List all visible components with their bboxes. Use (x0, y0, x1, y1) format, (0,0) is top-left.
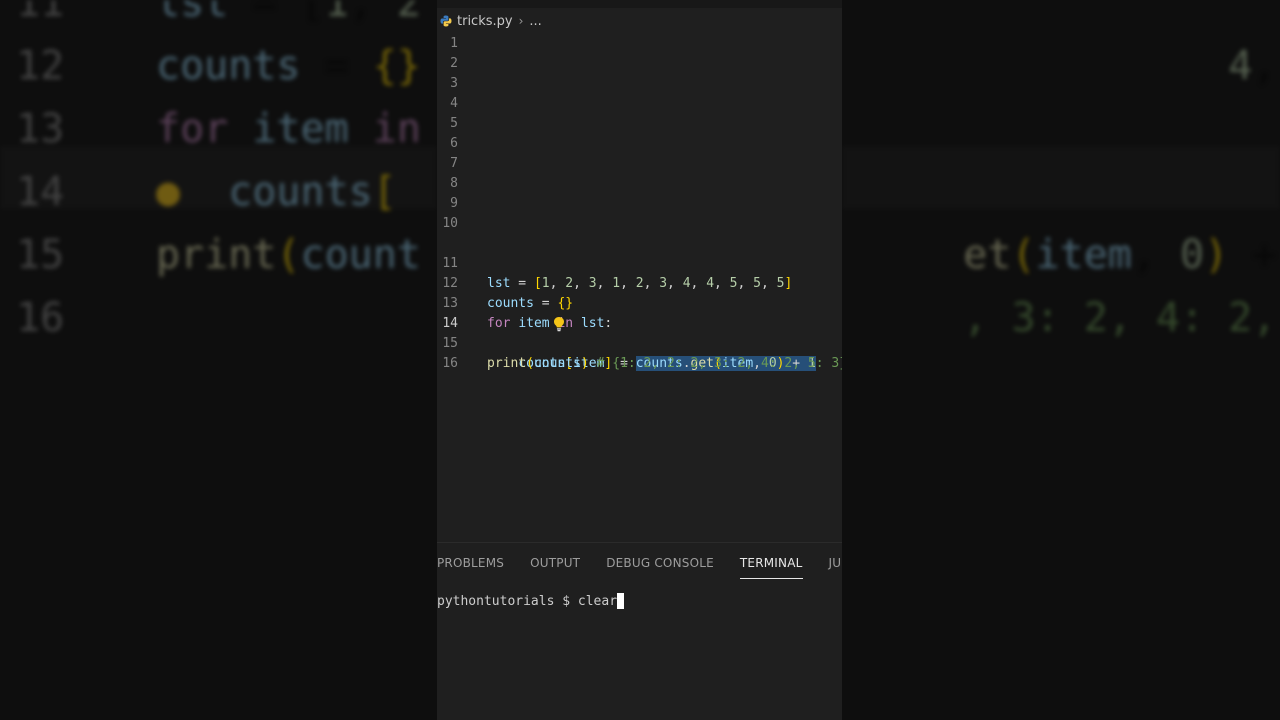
code-line: 10 (437, 214, 842, 234)
tab-debug-console[interactable]: DEBUG CONSOLE (606, 550, 714, 576)
code-line-active: 14 counts[item] = counts.get(item, 0) + … (437, 294, 842, 371)
code-line: 8 (437, 174, 842, 194)
line-number: 10 (442, 216, 458, 231)
blurred-background-right: 4, 5, 5] et(item, 0) + 1 , (842, 0, 1280, 720)
tab-output[interactable]: OUTPUT (530, 550, 580, 576)
bottom-panel: PROBLEMS OUTPUT DEBUG CONSOLE TERMINAL J… (437, 542, 842, 720)
code-line: 1 (437, 34, 842, 54)
line-number: 5 (450, 116, 458, 131)
line-number: 8 (450, 176, 458, 191)
code-line: 13 for item in lst: (437, 274, 842, 331)
line-number: 9 (450, 196, 458, 211)
tab-terminal[interactable]: TERMINAL (739, 550, 803, 579)
line-number: 7 (450, 156, 458, 171)
code-line: 12 counts = {} (437, 254, 842, 311)
breadcrumb[interactable]: tricks.py › ... (437, 8, 842, 34)
blurred-background-left: 11 lst = [1, 2 12 counts = {} 13 for item i… (0, 0, 437, 720)
code-line: 9 (437, 194, 842, 214)
tab-problems[interactable]: PROBLEMS (437, 550, 504, 576)
terminal-prompt: pythontutorials $ (437, 593, 578, 609)
code-line: 6 (437, 134, 842, 154)
code-line: 4 (437, 94, 842, 114)
terminal[interactable]: pythontutorials $ clear (437, 591, 842, 611)
code-text: print(counts) # {1: 2, 2: 2, 3: 2, 4: 2,… (487, 356, 842, 371)
chevron-right-icon: › (518, 14, 524, 28)
breadcrumb-more[interactable]: ... (529, 14, 541, 29)
code-line: 2 (437, 54, 842, 74)
title-bar (437, 0, 842, 8)
line-number: 16 (442, 356, 458, 371)
breadcrumb-file[interactable]: tricks.py (457, 14, 513, 29)
code-line: 15 print(counts) # {1: 2, 2: 2, 3: 2, 4:… (437, 314, 842, 371)
python-file-icon (439, 14, 453, 28)
code-editor[interactable]: 1 2 3 4 5 6 7 8 9 10 11 lst = [1, 2, 3, … (437, 34, 842, 542)
tab-jupyter[interactable]: JUPYTER (829, 550, 842, 576)
terminal-command[interactable]: clear (578, 594, 617, 609)
line-number: 1 (450, 36, 458, 51)
vscode-window: tricks.py › ... 1 2 3 4 5 6 7 8 9 10 11 … (437, 0, 842, 720)
zoomed-code-right: 4, 5, 5] et(item, 0) + 1 , (963, 43, 1277, 341)
zoomed-code: 11 lst = [1, 2 12 counts = {} 13 for item i… (16, 0, 421, 341)
code-line: 5 (437, 114, 842, 134)
panel-tabs: PROBLEMS OUTPUT DEBUG CONSOLE TERMINAL J… (437, 543, 842, 583)
line-number: 3 (450, 76, 458, 91)
code-line: 11 lst = [1, 2, 3, 1, 2, 3, 4, 4, 5, 5, … (437, 234, 842, 291)
code-line: 16 (437, 334, 842, 371)
line-number: 2 (450, 56, 458, 71)
line-number: 6 (450, 136, 458, 151)
terminal-cursor (617, 593, 625, 609)
code-line: 3 (437, 74, 842, 94)
code-line: 7 (437, 154, 842, 174)
line-number: 4 (450, 96, 458, 111)
